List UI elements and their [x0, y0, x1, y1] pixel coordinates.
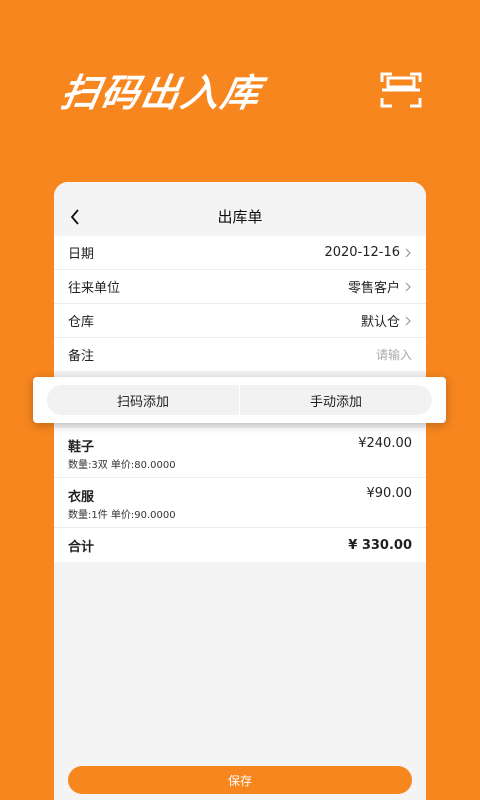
remark-row: 备注 请输入	[54, 338, 426, 371]
remark-label: 备注	[68, 349, 95, 364]
save-button[interactable]: 保存	[68, 766, 412, 794]
outbound-card: 出库单 日期 2020-12-16 往来单位 零售客户 仓库 默认仓 备注 请输…	[54, 182, 426, 800]
partner-label: 往来单位	[68, 281, 121, 296]
warehouse-value-wrap: 默认仓	[361, 311, 412, 330]
item-list: 鞋子 ¥240.00 数量:3双 单价:80.0000 衣服 ¥90.00 数量…	[54, 428, 426, 562]
chevron-right-icon	[405, 316, 411, 325]
chevron-right-icon	[405, 248, 411, 257]
date-value-wrap: 2020-12-16	[324, 245, 412, 260]
total-value: ¥ 330.00	[348, 537, 412, 553]
warehouse-label: 仓库	[68, 315, 95, 330]
warehouse-value: 默认仓	[360, 315, 400, 330]
scan-icon[interactable]	[380, 70, 422, 110]
item-price: ¥240.00	[358, 436, 412, 451]
list-item[interactable]: 鞋子 ¥240.00 数量:3双 单价:80.0000	[54, 428, 426, 478]
item-price: ¥90.00	[366, 486, 413, 501]
list-item[interactable]: 衣服 ¥90.00 数量:1件 单价:90.0000	[54, 478, 426, 528]
remark-input[interactable]: 请输入	[376, 346, 412, 363]
total-row: 合计 ¥ 330.00	[54, 528, 426, 562]
date-label: 日期	[68, 247, 95, 262]
warehouse-row[interactable]: 仓库 默认仓	[54, 304, 426, 338]
page-title: 出库单	[217, 208, 263, 226]
add-bar: 扫码添加 手动添加	[33, 377, 446, 423]
scan-add-button[interactable]: 扫码添加	[47, 385, 240, 415]
item-detail: 数量:3双 单价:80.0000	[68, 460, 176, 471]
order-form: 日期 2020-12-16 往来单位 零售客户 仓库 默认仓 备注 请输入	[54, 236, 426, 371]
date-row[interactable]: 日期 2020-12-16	[54, 236, 426, 270]
chevron-right-icon	[405, 282, 411, 291]
partner-row[interactable]: 往来单位 零售客户	[54, 270, 426, 304]
manual-add-button[interactable]: 手动添加	[240, 385, 432, 415]
partner-value: 零售客户	[347, 281, 400, 296]
total-label: 合计	[68, 539, 95, 555]
date-value: 2020-12-16	[324, 245, 400, 260]
item-name: 衣服	[68, 490, 95, 505]
item-name: 鞋子	[68, 440, 95, 455]
item-detail: 数量:1件 单价:90.0000	[68, 510, 176, 521]
partner-value-wrap: 零售客户	[348, 277, 412, 296]
hero-title: 扫码出入库	[57, 71, 266, 115]
